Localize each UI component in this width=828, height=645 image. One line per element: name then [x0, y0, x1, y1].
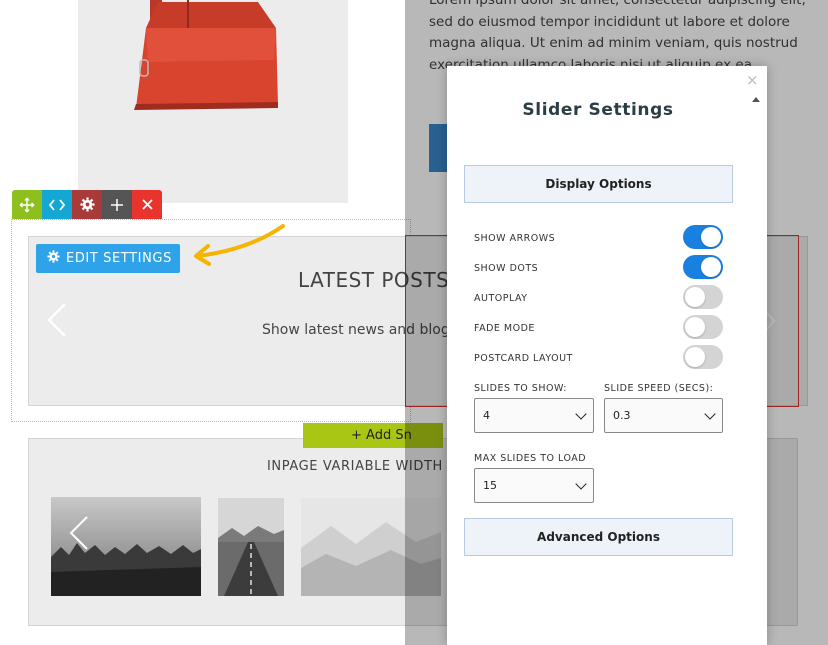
block-toolbar	[12, 190, 162, 219]
toggle-knob	[685, 287, 705, 307]
modal-scrollbar[interactable]	[746, 90, 766, 645]
display-options-header[interactable]: Display Options	[464, 165, 733, 203]
slides-to-show-value: 4	[483, 409, 490, 422]
slide-speed-value: 0.3	[613, 409, 631, 422]
curved-arrow-icon	[194, 224, 285, 266]
postcard-layout-label: POSTCARD LAYOUT	[474, 353, 573, 364]
max-slides-select[interactable]: 15	[474, 468, 594, 503]
chevron-down-icon	[575, 477, 587, 490]
slide-speed-select[interactable]: 0.3	[604, 398, 723, 433]
fade-mode-toggle[interactable]	[683, 315, 723, 339]
max-slides-value: 15	[483, 479, 497, 492]
toggle-knob	[685, 317, 705, 337]
edit-settings-button[interactable]: EDIT SETTINGS	[36, 244, 180, 273]
move-icon[interactable]	[12, 190, 42, 219]
toggle-knob	[701, 257, 721, 277]
slides-to-show-select[interactable]: 4	[474, 398, 594, 433]
close-icon[interactable]: ×	[746, 71, 759, 89]
close-icon[interactable]	[132, 190, 162, 219]
toggle-knob	[685, 347, 705, 367]
show-dots-toggle[interactable]	[683, 255, 723, 279]
chevron-down-icon	[704, 407, 716, 420]
chevron-down-icon	[575, 407, 587, 420]
chevron-left-icon[interactable]	[46, 302, 68, 338]
show-arrows-toggle[interactable]	[683, 225, 723, 249]
gear-icon	[47, 250, 60, 267]
edit-settings-label: EDIT SETTINGS	[66, 251, 172, 266]
red-bag-image	[134, 0, 278, 110]
modal-title: Slider Settings	[522, 100, 674, 120]
chevron-left-icon[interactable]	[68, 515, 90, 551]
show-arrows-label: SHOW ARROWS	[474, 233, 556, 244]
max-slides-label: MAX SLIDES TO LOAD	[474, 453, 587, 464]
advanced-options-header[interactable]: Advanced Options	[464, 518, 733, 556]
plus-icon[interactable]	[102, 190, 132, 219]
autoplay-label: AUTOPLAY	[474, 293, 528, 304]
gear-icon[interactable]	[72, 190, 102, 219]
slides-to-show-label: SLIDES TO SHOW:	[474, 383, 567, 394]
toggle-knob	[701, 227, 721, 247]
postcard-layout-toggle[interactable]	[683, 345, 723, 369]
fade-mode-label: FADE MODE	[474, 323, 535, 334]
autoplay-toggle[interactable]	[683, 285, 723, 309]
show-dots-label: SHOW DOTS	[474, 263, 539, 274]
code-icon[interactable]	[42, 190, 72, 219]
slide-speed-label: SLIDE SPEED (SECS):	[604, 383, 714, 394]
road-image	[218, 498, 284, 596]
